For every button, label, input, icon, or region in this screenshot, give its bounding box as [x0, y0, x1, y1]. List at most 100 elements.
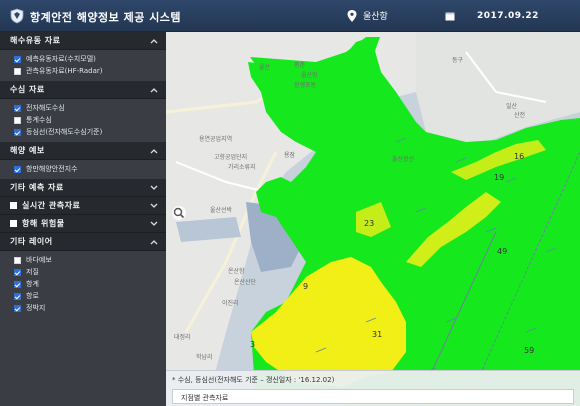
map-label: 울산장선	[392, 156, 415, 163]
depth-value-label: 19	[494, 173, 505, 182]
depth-value-label: 16	[514, 152, 525, 161]
chevron-down-icon	[150, 185, 158, 190]
depth-value-label: 9	[303, 282, 309, 291]
checkbox-checked[interactable]	[14, 165, 21, 173]
section-title: 항해 위험물	[22, 219, 65, 228]
magnifier-icon	[173, 207, 185, 219]
map-zoom-button[interactable]	[172, 206, 186, 220]
map-label: 울산항	[301, 72, 318, 79]
map-label: 울산	[259, 64, 271, 71]
calendar-icon	[445, 12, 455, 20]
date-label: 2017.09.22	[477, 10, 539, 21]
app-header: 항계안전 해양정보 제공 시스템 울산항 2017.09.22	[0, 0, 580, 32]
section-header[interactable]: 수심 자료	[0, 81, 166, 99]
chevron-up-icon	[150, 148, 158, 153]
depth-value-label: 23	[364, 219, 375, 228]
layer-label: 통계수심	[26, 116, 52, 124]
checkbox-checked[interactable]	[14, 304, 21, 312]
chevron-up-icon	[150, 239, 158, 244]
layer-label: 전자해도수심	[26, 104, 65, 112]
layer-item[interactable]: 항계	[0, 278, 166, 290]
section-header-left: 실시간 관측자료	[10, 200, 80, 211]
layer-label: 항계	[26, 280, 39, 288]
layer-item[interactable]: 정박지	[0, 302, 166, 314]
layer-label: 저질	[26, 268, 39, 276]
section-header-left: 항해 위험물	[10, 218, 65, 229]
layer-label: 정박지	[26, 304, 46, 312]
section-items: 예측유동자료(수치모델) 관측유동자료(HF-Radar)	[0, 50, 166, 81]
section-title: 기타 레이어	[10, 237, 53, 246]
section-title: 수심 자료	[10, 85, 45, 94]
layer-label: 항만해양안전지수	[26, 165, 78, 173]
map-label: 이진리	[222, 300, 239, 307]
map-label: 가리소류지	[228, 164, 256, 171]
checkbox-checked[interactable]	[14, 268, 21, 276]
date-selector[interactable]: 2017.09.22	[440, 5, 572, 26]
layer-item[interactable]: 저질	[0, 266, 166, 278]
layer-label: 항로	[26, 292, 39, 300]
section-title: 실시간 관측자료	[22, 201, 81, 210]
section-title: 해수유동 자료	[10, 36, 61, 45]
section-header[interactable]: 해양 예보	[0, 142, 166, 160]
checkbox-unchecked[interactable]	[14, 256, 21, 264]
section-title: 기타 예측 자료	[10, 183, 64, 192]
station-data-panel[interactable]: 지점별 관측자료	[172, 389, 574, 404]
layer-item[interactable]: 항로	[0, 290, 166, 302]
depth-value-label: 49	[497, 247, 508, 256]
map-label: 대정리	[174, 334, 191, 341]
map-pin-icon	[347, 9, 357, 22]
layer-item[interactable]: 전자해도수심	[0, 102, 166, 114]
location-label: 울산항	[363, 12, 388, 22]
section-header-left: 기타 예측 자료	[10, 182, 64, 193]
map-label: 온산산단	[234, 279, 257, 286]
section-header-left: 수심 자료	[10, 84, 45, 95]
layer-item[interactable]: 등심선(전자해도수심기준)	[0, 126, 166, 138]
section-items: 바다예보저질항계항로정박지	[0, 251, 166, 318]
location-selector[interactable]: 울산항	[338, 5, 430, 26]
map-label: 학남리	[196, 354, 213, 361]
checkbox-checked[interactable]	[14, 104, 21, 112]
layer-label: 등심선(전자해도수심기준)	[26, 128, 103, 136]
info-panel: * 수심, 등심선(전자해도 기준 – 갱신일자 : '16.12.02) 지점…	[166, 370, 580, 406]
chevron-down-icon	[150, 203, 158, 208]
checkbox-checked[interactable]	[14, 128, 21, 136]
logo-shield-icon	[10, 8, 24, 24]
map-label: 일산	[506, 103, 518, 110]
depth-value-label: 31	[372, 330, 383, 339]
chevron-up-icon	[150, 38, 158, 43]
section-header[interactable]: 기타 레이어	[0, 233, 166, 251]
section-items: 항만해양안전지수	[0, 160, 166, 179]
layer-item[interactable]: 관측유동자료(HF-Radar)	[0, 65, 166, 77]
map-view[interactable]: 울산 울산항 용연공업지역 고향공업단지 가리소류지 용잠 울산선박 온산항 온…	[166, 32, 580, 406]
checkbox-checked[interactable]	[14, 292, 21, 300]
layer-item[interactable]: 통계수심	[0, 114, 166, 126]
checkbox-checked[interactable]	[14, 55, 21, 63]
checkbox-checked[interactable]	[14, 280, 21, 288]
chevron-up-icon	[150, 87, 158, 92]
section-header-left: 해수유동 자료	[10, 35, 60, 46]
map-label: 용잠	[284, 152, 296, 159]
section-toggle-box	[10, 220, 17, 227]
map-label: 용연공업지역	[199, 136, 233, 143]
checkbox-unchecked[interactable]	[14, 116, 21, 124]
section-header-left: 기타 레이어	[10, 236, 53, 247]
map-label: 평촌	[294, 62, 306, 69]
depth-value-label: 3	[250, 340, 256, 349]
section-header-left: 해양 예보	[10, 145, 45, 156]
section-header[interactable]: 실시간 관측자료	[0, 197, 166, 215]
section-header[interactable]: 해수유동 자료	[0, 32, 166, 50]
layer-item[interactable]: 항만해양안전지수	[0, 163, 166, 175]
map-label: 울산선박	[210, 207, 233, 214]
section-header[interactable]: 기타 예측 자료	[0, 179, 166, 197]
section-header[interactable]: 항해 위험물	[0, 215, 166, 233]
checkbox-unchecked[interactable]	[14, 67, 21, 75]
section-title: 해양 예보	[10, 146, 45, 155]
layer-label: 예측유동자료(수치모델)	[26, 55, 96, 63]
depth-source-note: * 수심, 등심선(전자해도 기준 – 갱신일자 : '16.12.02)	[172, 376, 335, 384]
section-items: 전자해도수심통계수심등심선(전자해도수심기준)	[0, 99, 166, 142]
layer-item[interactable]: 바다예보	[0, 254, 166, 266]
layer-item[interactable]: 예측유동자료(수치모델)	[0, 53, 166, 65]
map-label: 장생포동	[294, 82, 317, 89]
map-label: 동구	[452, 57, 464, 64]
layer-sidebar: 해수유동 자료예측유동자료(수치모델) 관측유동자료(HF-Radar) 수심 자료…	[0, 32, 166, 406]
